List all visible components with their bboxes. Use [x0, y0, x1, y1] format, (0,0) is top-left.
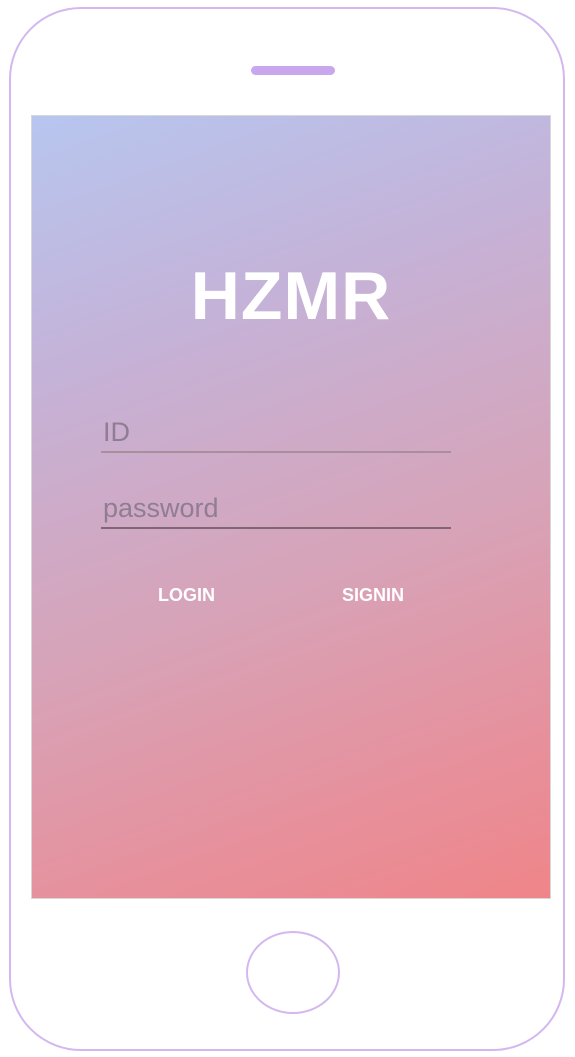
password-field-underline: [101, 527, 451, 529]
id-field[interactable]: [101, 411, 451, 453]
speaker-icon: [251, 66, 335, 75]
app-screen: HZMR LOGIN SIGNIN: [31, 115, 551, 899]
id-field-underline: [101, 451, 451, 453]
password-field[interactable]: [101, 487, 451, 529]
app-title: HZMR: [190, 258, 392, 334]
id-input[interactable]: [101, 411, 451, 453]
password-input[interactable]: [101, 487, 451, 529]
login-button[interactable]: LOGIN: [148, 581, 225, 609]
signin-button[interactable]: SIGNIN: [332, 581, 414, 609]
home-button-icon[interactable]: [246, 931, 340, 1014]
